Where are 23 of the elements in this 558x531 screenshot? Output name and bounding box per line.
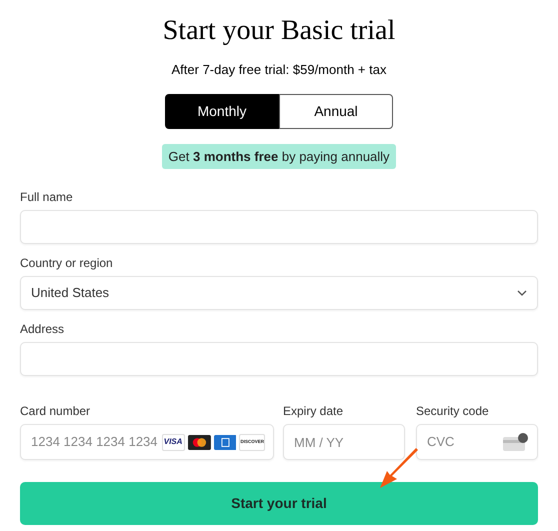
field-label: Country or region (20, 256, 114, 270)
price-note: After 7-day free trial: $59/month + tax (172, 62, 386, 78)
billing-tab[interactable]: Monthly (165, 94, 279, 129)
field-label: Card number (20, 404, 92, 418)
annotation-arrow (378, 448, 420, 490)
text-field[interactable] (20, 342, 538, 376)
promo-banner: Get 3 months free by paying annually (162, 144, 396, 169)
country-select[interactable]: United States (20, 276, 538, 310)
field-label: Full name (20, 190, 74, 204)
field-label: Address (20, 322, 66, 336)
billing-tab[interactable]: Annual (279, 94, 393, 129)
expiry-field[interactable]: MM / YY (283, 424, 405, 460)
start-trial-button[interactable]: Start your trial (20, 482, 538, 525)
page-title: Start your Basic trial (162, 14, 396, 48)
field-label: Security code (416, 404, 490, 418)
card-logo-icon (188, 434, 211, 450)
security-code-field[interactable]: CVC (416, 424, 538, 460)
field-label: Expiry date (283, 404, 344, 418)
chevron-down-icon (517, 290, 527, 296)
card-logo-icon (214, 434, 236, 450)
card-back-icon (503, 432, 529, 452)
card-logo: VISA (162, 434, 185, 450)
text-field[interactable] (20, 210, 538, 244)
